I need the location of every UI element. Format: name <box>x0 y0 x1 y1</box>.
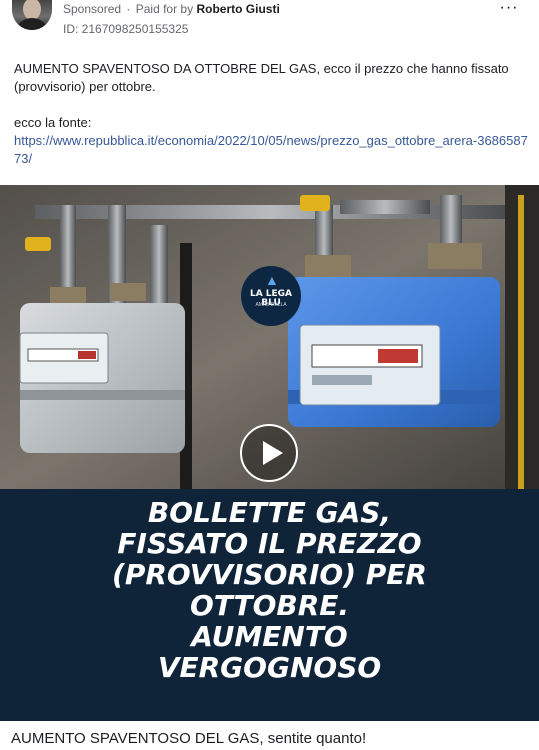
sponsor-line: Sponsored · Paid for by Roberto Giusti <box>63 2 280 16</box>
ad-id: ID: 2167098250155325 <box>63 22 189 36</box>
video-media[interactable]: ▲ LA LEGA BLU AMICI DELLA BOLLETTE GAS, … <box>0 185 539 721</box>
source-label: ecco la fonte: <box>14 115 92 130</box>
video-headline: BOLLETTE GAS, FISSATO IL PREZZO (PROVVIS… <box>0 497 539 683</box>
more-options-icon[interactable]: ··· <box>497 0 521 18</box>
separator-dot: · <box>126 2 131 16</box>
avatar-face <box>23 0 41 20</box>
video-caption[interactable]: AUMENTO SPAVENTOSO DEL GAS, sentite quan… <box>11 730 366 747</box>
post-line-1: AUMENTO SPAVENTOSO DA OTTOBRE DEL GAS, e… <box>14 61 509 94</box>
play-button[interactable] <box>240 424 298 482</box>
headline-line: OTTOBRE. <box>189 589 350 622</box>
source-link[interactable]: https://www.repubblica.it/economia/2022/… <box>14 133 528 166</box>
sponsored-label[interactable]: Sponsored <box>63 2 121 16</box>
bird-icon: ▲ <box>265 272 279 288</box>
post-text: AUMENTO SPAVENTOSO DA OTTOBRE DEL GAS, e… <box>14 60 529 168</box>
video-thumbnail: ▲ LA LEGA BLU AMICI DELLA <box>0 185 539 489</box>
headline-line: BOLLETTE GAS, <box>147 496 392 529</box>
paid-for-label: Paid for by <box>135 2 194 16</box>
headline-line: FISSATO IL PREZZO <box>117 527 422 560</box>
avatar-shoulders <box>14 18 50 30</box>
headline-panel: BOLLETTE GAS, FISSATO IL PREZZO (PROVVIS… <box>0 489 539 721</box>
avatar[interactable] <box>12 0 52 30</box>
headline-line: AUMENTO <box>191 620 348 653</box>
channel-logo: ▲ LA LEGA BLU AMICI DELLA <box>241 266 301 326</box>
post-header: Sponsored · Paid for by Roberto Giusti I… <box>0 0 539 40</box>
headline-line: (PROVVISORIO) PER <box>112 558 427 591</box>
headline-line: VERGOGNOSO <box>157 651 382 684</box>
author-name[interactable]: Roberto Giusti <box>196 2 279 16</box>
logo-subtext: AMICI DELLA <box>255 302 287 308</box>
